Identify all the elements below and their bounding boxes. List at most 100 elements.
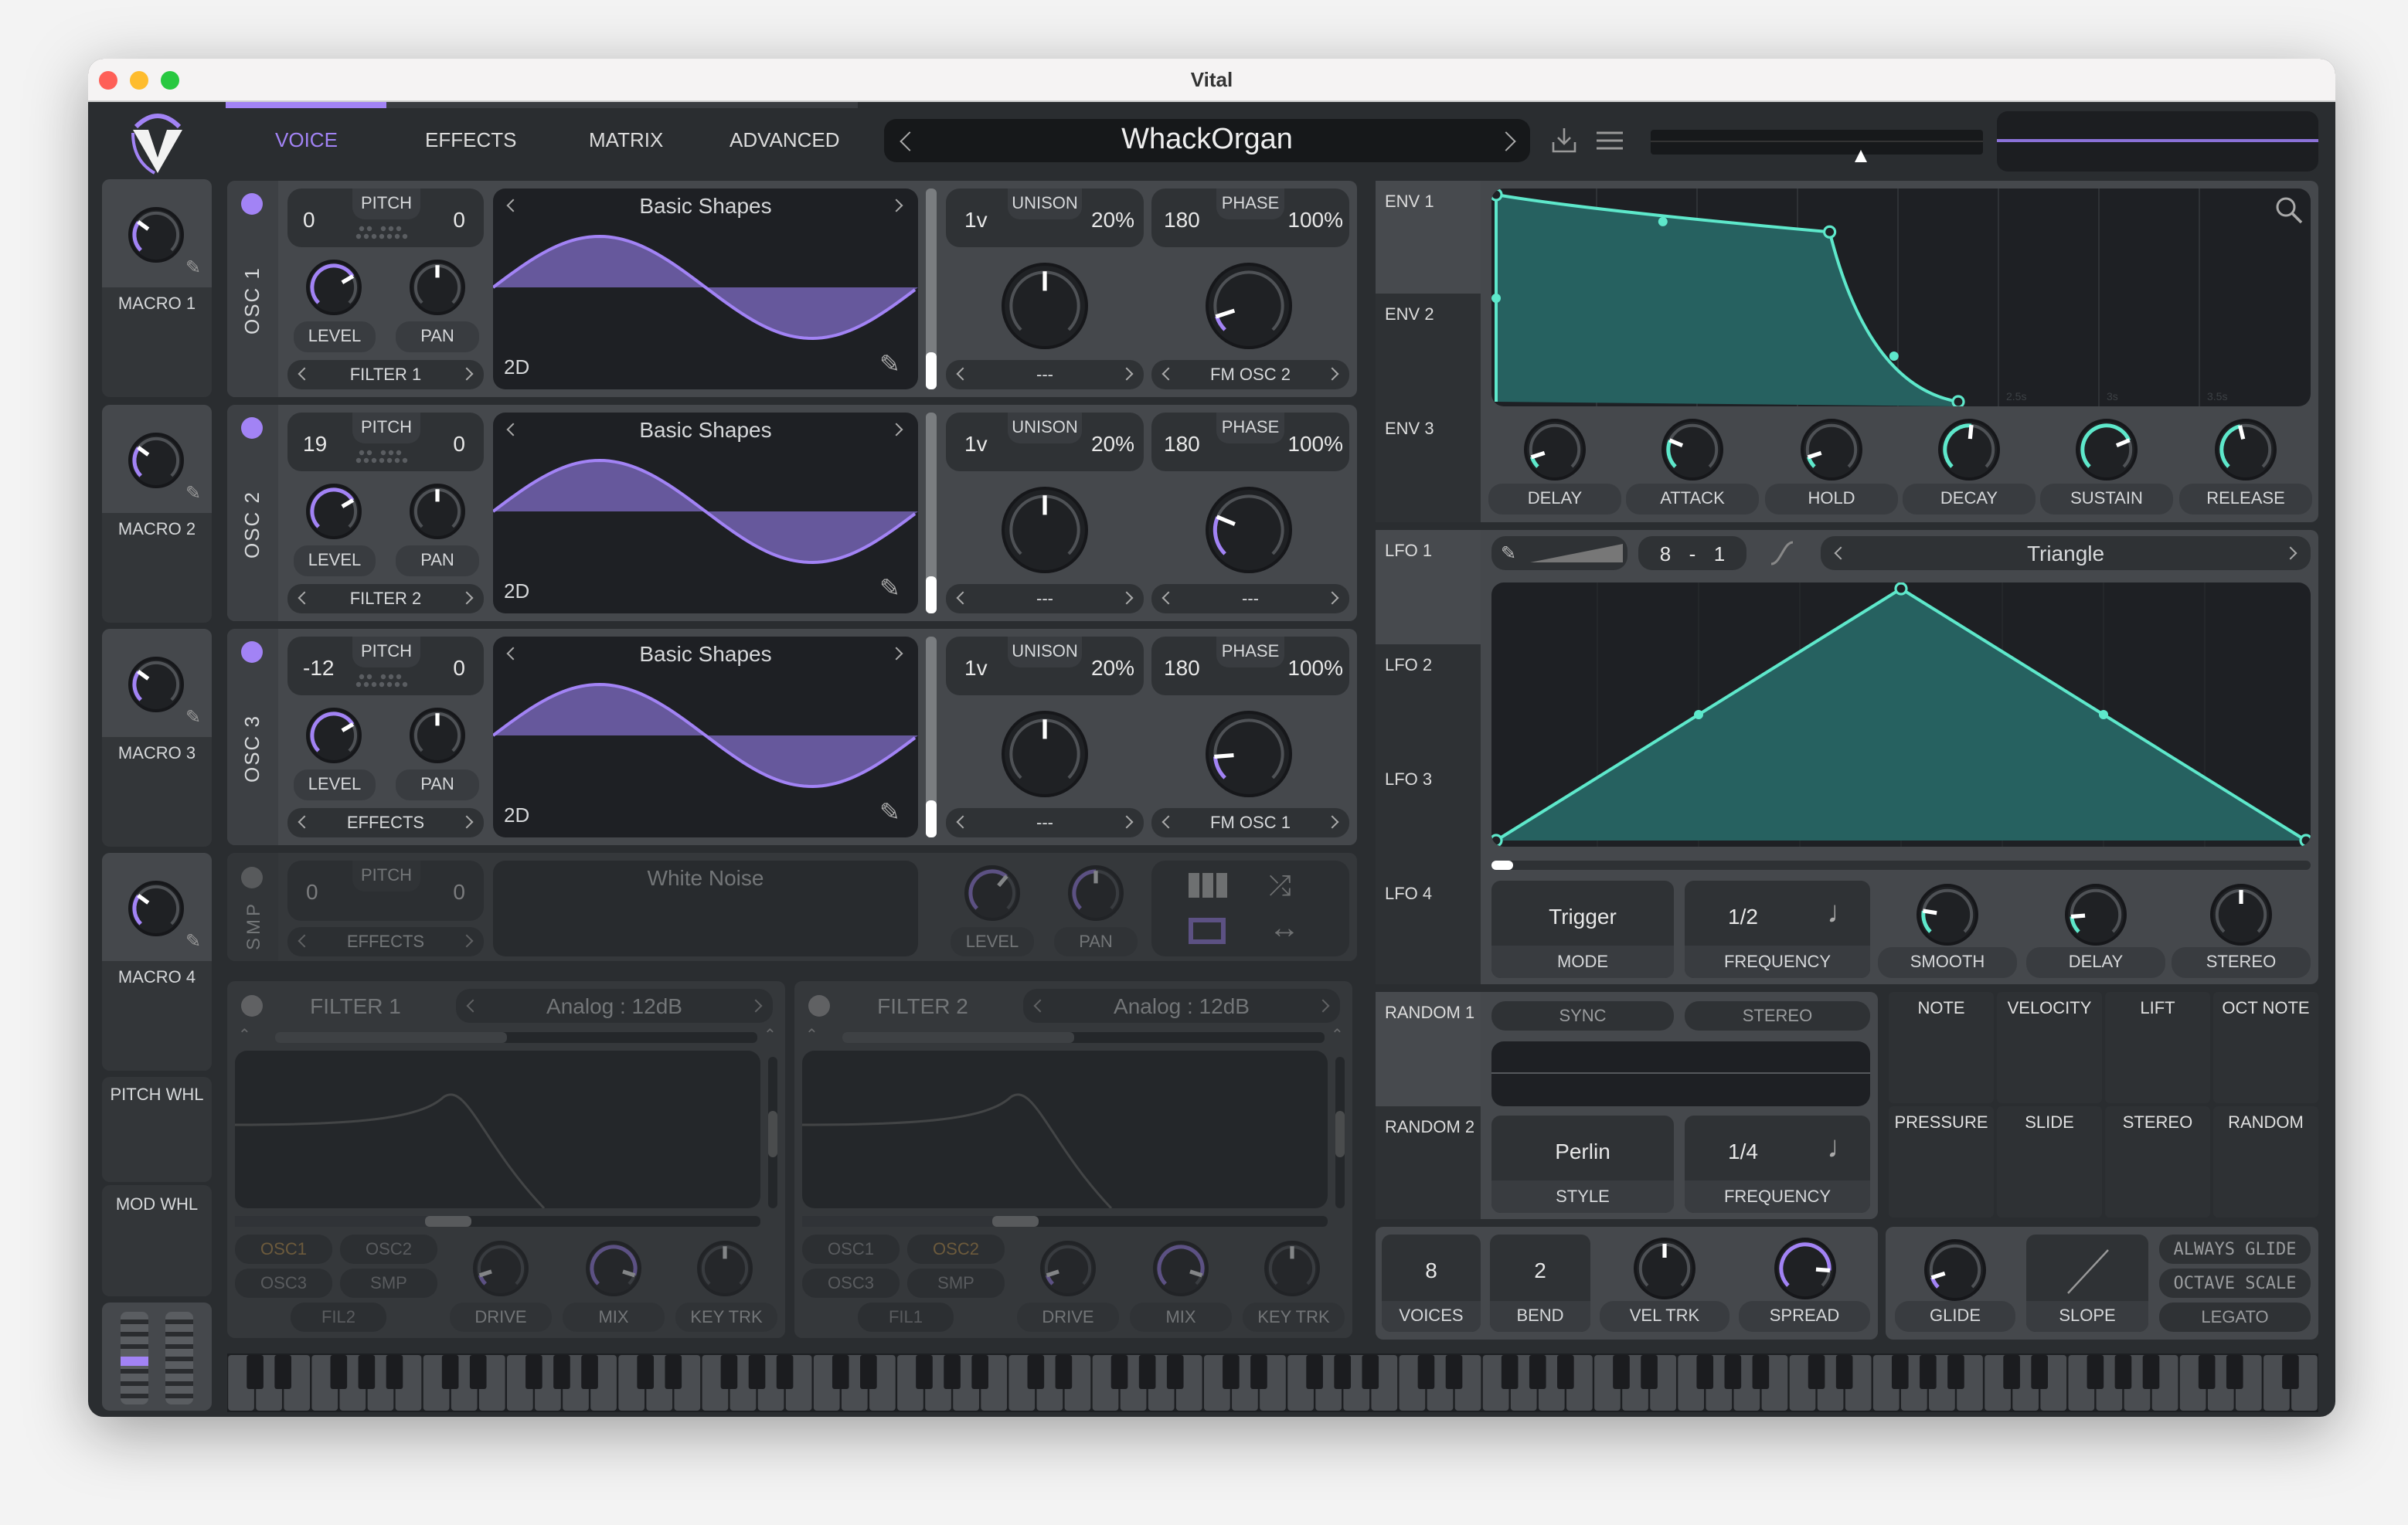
black-key[interactable] (553, 1355, 570, 1389)
edit-pencil-icon[interactable]: ✎ (879, 573, 900, 604)
black-key[interactable] (1724, 1355, 1742, 1389)
black-key[interactable] (2226, 1355, 2243, 1389)
chevron-right-icon[interactable] (460, 815, 474, 829)
chevron-right-icon[interactable] (460, 591, 474, 605)
chevron-right-icon[interactable] (1325, 591, 1339, 605)
paint-brush-icon[interactable]: ✎ (1501, 542, 1516, 564)
mod-source-slide[interactable]: SLIDE (1997, 1106, 2102, 1218)
tab-env-3[interactable]: ENV 3 (1376, 408, 1481, 522)
filter-route-toggle[interactable]: FIL1 (858, 1303, 954, 1332)
unison-detune-value[interactable]: 20% (1091, 431, 1134, 456)
edit-pencil-icon[interactable]: ✎ (879, 797, 900, 828)
black-key[interactable] (1808, 1355, 1825, 1389)
lfo-stereo-knob[interactable] (2210, 884, 2272, 946)
edit-pencil-icon[interactable]: ✎ (185, 482, 201, 504)
black-key[interactable] (1891, 1355, 1909, 1389)
unison-control[interactable]: 1v UNISON 20% (946, 413, 1144, 471)
unison-destination[interactable]: --- (946, 808, 1144, 837)
wave-frame-slider[interactable] (926, 413, 937, 613)
tab-matrix[interactable]: MATRIX (589, 128, 663, 151)
sampler-tune-value[interactable]: 0 (453, 879, 465, 904)
black-key[interactable] (2142, 1355, 2160, 1389)
black-key[interactable] (720, 1355, 738, 1389)
spread-knob[interactable] (1774, 1238, 1836, 1299)
black-key[interactable] (441, 1355, 459, 1389)
glide-knob[interactable] (1924, 1239, 1986, 1301)
black-key[interactable] (2031, 1355, 2049, 1389)
mod-source-note[interactable]: NOTE (1889, 992, 1994, 1103)
pitch-control[interactable]: 19 PITCH 0 (287, 413, 484, 471)
edit-pencil-icon[interactable]: ✎ (879, 349, 900, 380)
phase-random-value[interactable]: 100% (1287, 207, 1343, 232)
unison-voices-value[interactable]: 1v (964, 207, 988, 232)
filter-response-graph[interactable] (801, 1051, 1328, 1210)
macro-knob[interactable] (128, 657, 184, 712)
black-key[interactable] (1417, 1355, 1435, 1389)
black-key[interactable] (1138, 1355, 1156, 1389)
mod-source-stereo[interactable]: STEREO (2105, 1106, 2210, 1218)
wave-frame-slider[interactable] (926, 637, 937, 837)
tab-env-2[interactable]: ENV 2 (1376, 294, 1481, 408)
edit-pencil-icon[interactable]: ✎ (185, 256, 201, 278)
black-key[interactable] (1835, 1355, 1853, 1389)
unison-detune-value[interactable]: 20% (1091, 207, 1134, 232)
filter-source-osc3[interactable]: OSC3 (802, 1269, 900, 1298)
chevron-right-icon[interactable] (1325, 367, 1339, 381)
macro-knob[interactable] (128, 207, 184, 263)
tune-value[interactable]: 0 (453, 431, 465, 456)
black-key[interactable] (1362, 1355, 1379, 1389)
wavetable-display[interactable]: Basic Shapes 2D ✎ (493, 413, 918, 613)
tune-value[interactable]: 0 (453, 655, 465, 680)
env-sustain-knob[interactable] (2076, 419, 2138, 481)
transpose-value[interactable]: -12 (303, 655, 334, 680)
grid-x[interactable]: 8 (1660, 542, 1671, 565)
pitch-control[interactable]: 0 PITCH 0 (287, 189, 484, 247)
black-key[interactable] (1557, 1355, 1574, 1389)
filter-response-graph[interactable] (234, 1051, 760, 1210)
unison-voices-value[interactable]: 1v (964, 655, 988, 680)
env-release-knob[interactable] (2215, 419, 2277, 481)
mod-source-oct-note[interactable]: OCT NOTE (2213, 992, 2318, 1103)
chevron-left-icon[interactable] (298, 367, 311, 381)
bounce-icon[interactable]: ↔ (1269, 912, 1300, 947)
black-key[interactable] (2198, 1355, 2216, 1389)
menu-icon[interactable] (1597, 130, 1623, 151)
black-key[interactable] (1641, 1355, 1658, 1389)
voices-control[interactable]: 8 VOICES (1382, 1235, 1481, 1332)
chevron-left-icon[interactable] (956, 815, 970, 829)
sampler-pan-knob[interactable] (1068, 865, 1124, 921)
curve-path-icon[interactable] (1768, 539, 1796, 567)
oscillator-enable-toggle[interactable] (241, 417, 263, 439)
tab-env-1[interactable]: ENV 1 (1376, 181, 1481, 294)
chevron-right-icon[interactable] (749, 999, 763, 1013)
env-hold-knob[interactable] (1801, 419, 1862, 481)
sampler-enable-toggle[interactable] (241, 867, 263, 888)
filter-model-selector[interactable]: Analog : 12dB (456, 989, 773, 1023)
black-key[interactable] (274, 1355, 291, 1389)
wave-frame-slider[interactable] (926, 189, 937, 389)
black-key[interactable] (637, 1355, 655, 1389)
volume-slider-handle[interactable] (1855, 150, 1867, 162)
tab-voice[interactable]: VOICE (275, 128, 338, 151)
distortion-destination[interactable]: FM OSC 2 (1151, 360, 1349, 389)
sampler-destination[interactable]: EFFECTS (287, 927, 484, 956)
lfo-frequency[interactable]: 1/2 ♩ FREQUENCY (1685, 881, 1870, 978)
pan-knob[interactable] (410, 484, 465, 539)
filter-enable-toggle[interactable] (241, 995, 263, 1017)
oscillator-destination[interactable]: FILTER 1 (287, 360, 484, 389)
filter-source-osc3[interactable]: OSC3 (235, 1269, 332, 1298)
wavetable-mode[interactable]: 2D (504, 355, 529, 379)
black-key[interactable] (748, 1355, 766, 1389)
black-key[interactable] (1250, 1355, 1267, 1389)
oscillator-enable-toggle[interactable] (241, 193, 263, 215)
unison-knob[interactable] (1002, 487, 1088, 573)
black-key[interactable] (916, 1355, 933, 1389)
black-key[interactable] (1920, 1355, 1937, 1389)
chevron-left-icon[interactable] (298, 934, 311, 948)
unison-knob[interactable] (1002, 263, 1088, 349)
drive-knob[interactable] (1040, 1241, 1096, 1296)
lfo-delay-knob[interactable] (2065, 884, 2127, 946)
pan-knob[interactable] (410, 708, 465, 763)
pitch-wheel[interactable] (121, 1312, 148, 1404)
sampler-pitch[interactable]: 0 PITCH 0 (287, 861, 484, 921)
